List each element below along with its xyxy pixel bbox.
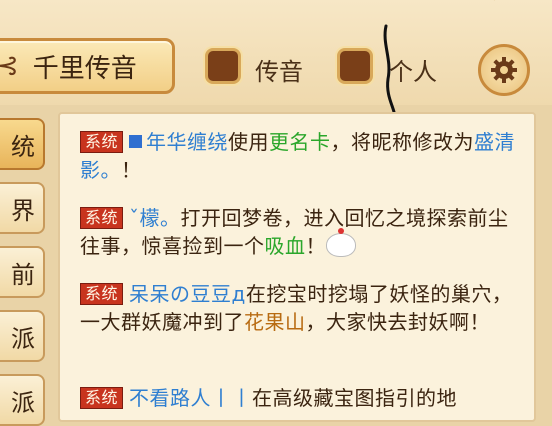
chuanyin-label: 传音: [255, 58, 303, 86]
item-link[interactable]: 更名卡: [269, 130, 331, 154]
tab-world[interactable]: 界: [0, 182, 45, 234]
system-tag: 系统: [80, 131, 124, 153]
square-icon: [129, 135, 143, 148]
channel-title-button[interactable]: ⊰ 千里传音: [0, 38, 175, 94]
scribble-mark: [383, 24, 396, 114]
buns-icon: [326, 228, 356, 257]
channel-title: 千里传音: [32, 53, 137, 84]
message-item: 系统 年华缠绕使用更名卡，将昵称修改为盛清影。！: [80, 130, 516, 182]
message-panel[interactable]: 系统 年华缠绕使用更名卡，将昵称修改为盛清影。！ 系统 ˇ檬。打开回梦卷，进入回忆之…: [58, 112, 536, 422]
personal-checkbox[interactable]: [337, 48, 373, 84]
tab-system[interactable]: 统: [0, 118, 45, 170]
message-item: 系统 不看路人丨丨在高级藏宝图指引的地: [80, 384, 520, 412]
item-link[interactable]: 吸血: [265, 234, 306, 258]
title-ornament-icon: ⊰: [0, 51, 19, 81]
player-name[interactable]: 年华缠绕: [146, 130, 228, 154]
player-name[interactable]: 呆呆の豆豆д: [129, 282, 246, 306]
system-tag: 系统: [80, 207, 124, 229]
player-name[interactable]: 不看路人丨丨: [129, 386, 252, 410]
settings-gear-button[interactable]: [478, 44, 530, 96]
player-name[interactable]: ˇ檬。: [129, 206, 181, 230]
message-item: 系统 呆呆の豆豆д在挖宝时挖塌了妖怪的巢穴，一大群妖魔冲到了花果山，大家快去封妖啊…: [80, 282, 513, 334]
chuanyin-checkbox[interactable]: [205, 48, 241, 84]
gear-icon: [491, 57, 517, 83]
cloud-ornament: [488, 0, 552, 28]
message-item: 系统 ˇ檬。打开回梦卷，进入回忆之境探索前尘往事，惊喜捡到一个吸血！: [80, 206, 509, 258]
tab-current[interactable]: 前: [0, 246, 45, 298]
tab-sect[interactable]: 派: [0, 310, 45, 362]
location-link[interactable]: 花果山: [244, 310, 306, 334]
tab-sect-2[interactable]: 派: [0, 374, 45, 426]
system-tag: 系统: [80, 283, 124, 305]
